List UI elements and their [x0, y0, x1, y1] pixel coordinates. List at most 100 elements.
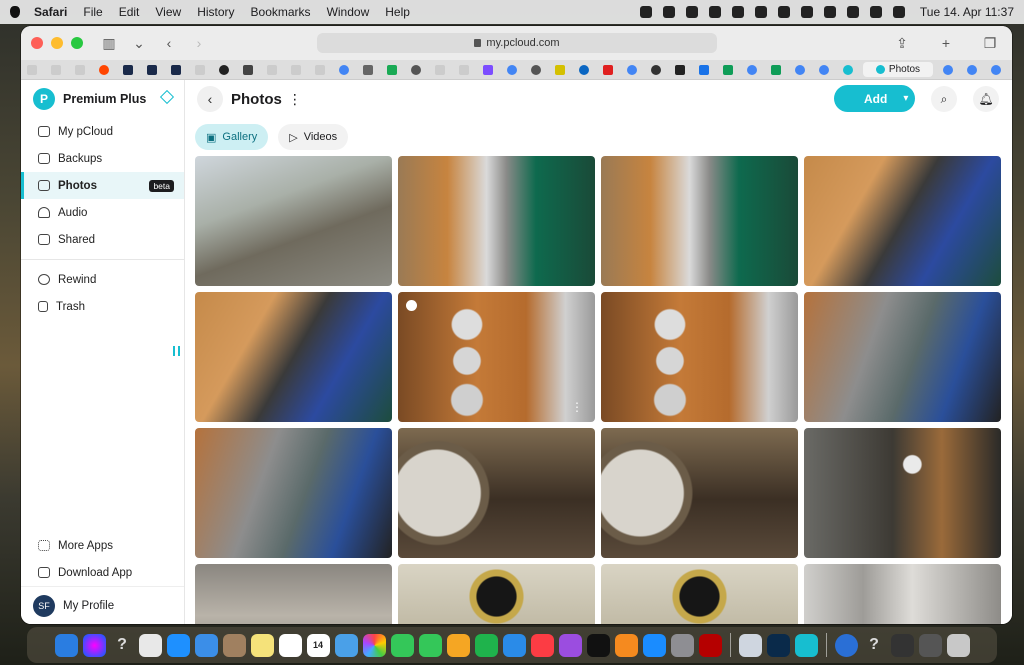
sidebar-item-rewind[interactable]: Rewind [21, 266, 184, 293]
address-bar[interactable]: my.pcloud.com [317, 33, 717, 53]
trash-icon[interactable] [946, 633, 970, 657]
tab[interactable] [335, 62, 353, 77]
tab[interactable] [527, 62, 545, 77]
back-arrow-icon[interactable]: ‹ [157, 33, 181, 53]
status-icon[interactable] [685, 6, 698, 18]
pcloud-drive-icon[interactable] [794, 633, 818, 657]
spotlight-search-icon[interactable] [846, 6, 859, 18]
photo-thumbnail[interactable] [195, 428, 392, 558]
sidebar-item-photos[interactable]: Photos beta [21, 172, 184, 199]
search-icon[interactable]: ⌕ [931, 86, 957, 112]
tab[interactable] [671, 62, 689, 77]
sidebar-item-download-app[interactable]: Download App [21, 559, 184, 586]
photo-thumbnail[interactable] [398, 428, 595, 558]
menu-window[interactable]: Window [327, 5, 370, 19]
tab[interactable] [191, 62, 209, 77]
tab[interactable] [599, 62, 617, 77]
menu-edit[interactable]: Edit [119, 5, 140, 19]
menu-app-name[interactable]: Safari [34, 5, 67, 19]
tab[interactable] [71, 62, 89, 77]
select-checkbox[interactable] [406, 300, 417, 311]
more-options-icon[interactable]: ⋮ [288, 91, 302, 108]
sidebar-item-more-apps[interactable]: More Apps [21, 532, 184, 559]
tab-overview-icon[interactable]: ❐ [978, 33, 1002, 53]
tab[interactable] [119, 62, 137, 77]
numbers-icon[interactable] [474, 633, 498, 657]
siri-icon[interactable] [82, 633, 106, 657]
wifi-icon[interactable] [800, 6, 813, 18]
back-button[interactable]: ‹ [197, 86, 223, 112]
tab[interactable] [407, 62, 425, 77]
sidebar-item-backups[interactable]: Backups [21, 145, 184, 172]
photo-thumbnail[interactable] [398, 564, 595, 624]
tab[interactable] [551, 62, 569, 77]
share-icon[interactable]: ⇪ [890, 33, 914, 53]
photo-thumbnail[interactable] [601, 428, 798, 558]
battery-icon[interactable] [754, 6, 767, 18]
sidebar-item-my-pcloud[interactable]: My pCloud [21, 118, 184, 145]
time-machine-icon[interactable] [823, 6, 836, 18]
tab[interactable] [383, 62, 401, 77]
tab[interactable] [623, 62, 641, 77]
photo-thumbnail[interactable] [804, 564, 1001, 624]
tab[interactable] [23, 62, 41, 77]
tab[interactable] [431, 62, 449, 77]
tab[interactable] [743, 62, 761, 77]
keynote-icon[interactable] [502, 633, 526, 657]
sidebar-item-trash[interactable]: Trash [21, 293, 184, 320]
tab[interactable] [719, 62, 737, 77]
notes-icon[interactable] [250, 633, 274, 657]
finder-icon[interactable] [54, 633, 78, 657]
tab[interactable] [263, 62, 281, 77]
messages-icon[interactable] [390, 633, 414, 657]
siri-icon[interactable] [892, 6, 905, 18]
tab[interactable] [167, 62, 185, 77]
tab-gallery[interactable]: ▣ Gallery [195, 124, 269, 150]
status-icon[interactable] [639, 6, 652, 18]
preview-icon[interactable] [738, 633, 762, 657]
apple-tv-icon[interactable] [586, 633, 610, 657]
tab[interactable] [987, 62, 1005, 77]
minimize-window-button[interactable] [51, 37, 63, 49]
unknown-app-icon[interactable]: ? [863, 634, 886, 657]
tab-active[interactable]: Photos [863, 62, 933, 77]
launchpad-icon[interactable] [138, 633, 162, 657]
menu-view[interactable]: View [155, 5, 181, 19]
zoom-window-button[interactable] [71, 37, 83, 49]
photo-thumbnail[interactable] [195, 564, 392, 624]
tab[interactable] [963, 62, 981, 77]
window-thumbnail-icon[interactable] [918, 633, 942, 657]
sidebar-item-shared[interactable]: Shared [21, 226, 184, 253]
tab[interactable] [815, 62, 833, 77]
control-center-icon[interactable] [869, 6, 882, 18]
close-window-button[interactable] [31, 37, 43, 49]
photo-thumbnail[interactable] [601, 564, 798, 624]
photo-thumbnail[interactable] [601, 292, 798, 422]
tab[interactable] [311, 62, 329, 77]
sidebar-item-audio[interactable]: Audio [21, 199, 184, 226]
photo-thumbnail[interactable] [195, 292, 392, 422]
menu-clock[interactable]: Tue 14. Apr 11:37 [920, 5, 1014, 19]
menu-file[interactable]: File [83, 5, 102, 19]
app-store-icon[interactable] [642, 633, 666, 657]
sidebar-collapse-handle[interactable] [173, 346, 180, 356]
unknown-app-icon[interactable]: ? [111, 634, 134, 657]
lightroom-icon[interactable] [766, 633, 790, 657]
tab[interactable] [767, 62, 785, 77]
podcasts-icon[interactable] [558, 633, 582, 657]
photo-thumbnail[interactable] [195, 156, 392, 286]
tab[interactable] [647, 62, 665, 77]
menu-help[interactable]: Help [385, 5, 410, 19]
photo-thumbnail[interactable] [804, 428, 1001, 558]
tab[interactable] [479, 62, 497, 77]
photo-thumbnail[interactable] [601, 156, 798, 286]
tab[interactable] [359, 62, 377, 77]
more-options-icon[interactable]: ⋮ [571, 400, 583, 414]
photo-thumbnail[interactable] [804, 156, 1001, 286]
facetime-icon[interactable] [418, 633, 442, 657]
filezilla-icon[interactable] [698, 633, 722, 657]
contacts-icon[interactable] [222, 633, 246, 657]
tab[interactable] [839, 62, 857, 77]
pages-icon[interactable] [446, 633, 470, 657]
add-button[interactable]: Add ▾ [834, 85, 915, 112]
